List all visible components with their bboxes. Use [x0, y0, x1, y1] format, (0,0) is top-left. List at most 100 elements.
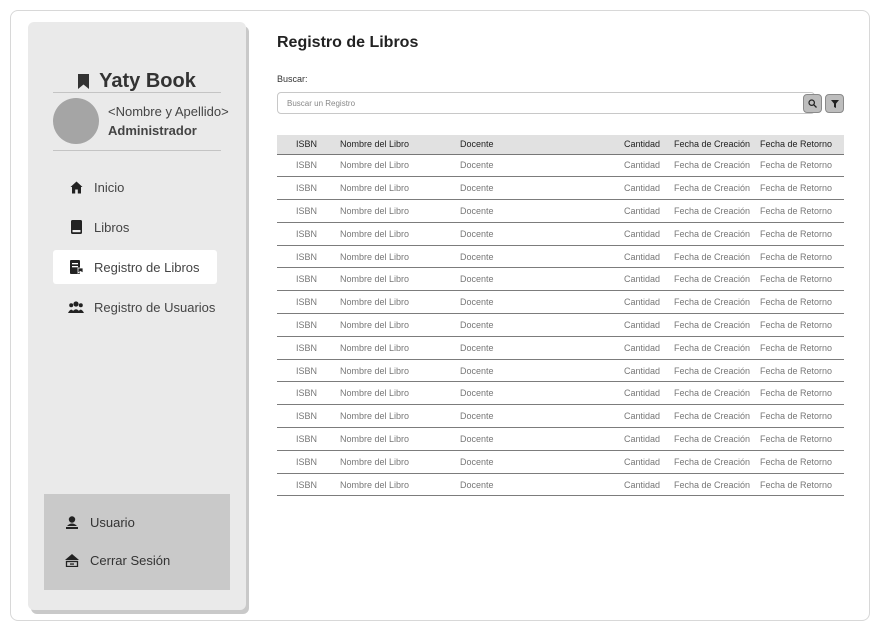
cell-cantidad: Cantidad [610, 450, 674, 474]
table-row[interactable]: ISBN Nombre del Libro Docente Cantidad Fecha… [277, 427, 844, 451]
sidebar-item-inicio[interactable]: Inicio [53, 170, 217, 204]
cell-docente: Docente [460, 359, 610, 383]
table-row[interactable]: ISBN Nombre del Libro Docente Cantidad Fecha… [277, 290, 844, 315]
cell-fecha-creacion: Fecha de Creación [674, 336, 760, 360]
cell-fecha-creacion: Fecha de Creación [674, 450, 760, 474]
cell-fecha-retorno: Fecha de Retorno [760, 313, 844, 337]
cell-fecha-retorno: Fecha de Retorno [760, 404, 844, 429]
brand-name: Yaty Book [99, 70, 196, 92]
table-row[interactable]: ISBN Nombre del Libro Docente Cantidad Fecha… [277, 381, 844, 406]
table-row[interactable]: ISBN Nombre del Libro Docente Cantidad Fecha… [277, 267, 844, 292]
logout-button[interactable]: Cerrar Sesión [64, 552, 170, 568]
cell-cantidad: Cantidad [610, 245, 674, 269]
cell-fecha-creacion: Fecha de Creación [674, 245, 760, 269]
cell-docente: Docente [460, 313, 610, 337]
cell-nombre: Nombre del Libro [340, 336, 460, 360]
table-row[interactable]: ISBN Nombre del Libro Docente Cantidad Fecha… [277, 222, 844, 246]
cell-nombre: Nombre del Libro [340, 450, 460, 474]
sidebar: Yaty Book <Nombre y Apellido> Administra… [28, 22, 246, 610]
cell-cantidad: Cantidad [610, 199, 674, 223]
sidebar-item-label: Libros [94, 219, 130, 235]
users-icon [68, 299, 84, 315]
sidebar-item-registro-libros[interactable]: Registro de Libros [53, 250, 217, 284]
table-row[interactable]: ISBN Nombre del Libro Docente Cantidad Fecha… [277, 473, 844, 497]
table-row[interactable]: ISBN Nombre del Libro Docente Cantidad Fecha… [277, 336, 844, 360]
cell-cantidad: Cantidad [610, 427, 674, 451]
cell-fecha-creacion: Fecha de Creación [674, 199, 760, 223]
cell-fecha-retorno: Fecha de Retorno [760, 427, 844, 451]
cell-docente: Docente [460, 450, 610, 474]
cell-cantidad: Cantidad [610, 336, 674, 360]
records-table: ISBN Nombre del Libro Docente Cantidad F… [277, 135, 844, 497]
cell-nombre: Nombre del Libro [340, 359, 460, 383]
search-input[interactable] [277, 92, 815, 114]
cell-isbn: ISBN [277, 450, 340, 474]
column-header-isbn[interactable]: ISBN [277, 135, 340, 155]
cell-nombre: Nombre del Libro [340, 154, 460, 178]
search-button[interactable] [803, 94, 822, 113]
cell-fecha-creacion: Fecha de Creación [674, 381, 760, 406]
user-menu-button[interactable]: Usuario [64, 514, 135, 530]
table-row[interactable]: ISBN Nombre del Libro Docente Cantidad Fecha… [277, 199, 844, 223]
filter-button[interactable] [825, 94, 844, 113]
cell-fecha-retorno: Fecha de Retorno [760, 381, 844, 406]
sidebar-item-libros[interactable]: Libros [53, 210, 217, 244]
cell-cantidad: Cantidad [610, 473, 674, 497]
sidebar-item-registro-usuarios[interactable]: Registro de Usuarios [53, 290, 217, 324]
table-row[interactable]: ISBN Nombre del Libro Docente Cantidad Fecha… [277, 176, 844, 201]
cell-isbn: ISBN [277, 427, 340, 451]
cell-isbn: ISBN [277, 290, 340, 315]
cell-fecha-retorno: Fecha de Retorno [760, 336, 844, 360]
table-header-row: ISBN Nombre del Libro Docente Cantidad F… [277, 135, 844, 155]
column-header-cantidad[interactable]: Cantidad [610, 135, 674, 155]
cell-docente: Docente [460, 267, 610, 292]
bookmark-icon [78, 74, 90, 89]
cell-nombre: Nombre del Libro [340, 427, 460, 451]
table-row[interactable]: ISBN Nombre del Libro Docente Cantidad Fecha… [277, 450, 844, 474]
table-row[interactable]: ISBN Nombre del Libro Docente Cantidad Fecha… [277, 313, 844, 337]
sidebar-item-label: Registro de Libros [94, 259, 200, 275]
cell-fecha-retorno: Fecha de Retorno [760, 290, 844, 315]
cell-cantidad: Cantidad [610, 176, 674, 201]
cell-isbn: ISBN [277, 176, 340, 201]
table-row[interactable]: ISBN Nombre del Libro Docente Cantidad Fecha… [277, 404, 844, 429]
user-name: <Nombre y Apellido> [108, 104, 229, 119]
logout-label: Cerrar Sesión [90, 552, 171, 568]
cell-cantidad: Cantidad [610, 313, 674, 337]
cell-isbn: ISBN [277, 359, 340, 383]
cell-docente: Docente [460, 245, 610, 269]
cell-fecha-creacion: Fecha de Creación [674, 359, 760, 383]
cell-fecha-retorno: Fecha de Retorno [760, 154, 844, 178]
user-menu-label: Usuario [90, 514, 135, 530]
cell-fecha-creacion: Fecha de Creación [674, 267, 760, 292]
cell-fecha-retorno: Fecha de Retorno [760, 176, 844, 201]
divider [53, 150, 221, 151]
cell-fecha-creacion: Fecha de Creación [674, 313, 760, 337]
cell-fecha-retorno: Fecha de Retorno [760, 359, 844, 383]
book-register-icon [68, 259, 84, 275]
cell-docente: Docente [460, 404, 610, 429]
user-icon [64, 514, 80, 530]
table-row[interactable]: ISBN Nombre del Libro Docente Cantidad Fecha… [277, 154, 844, 178]
table-row[interactable]: ISBN Nombre del Libro Docente Cantidad Fecha… [277, 245, 844, 269]
column-header-nombre[interactable]: Nombre del Libro [340, 135, 460, 155]
column-header-fecha-retorno[interactable]: Fecha de Retorno [760, 135, 844, 155]
cell-nombre: Nombre del Libro [340, 473, 460, 497]
filter-icon [830, 99, 839, 108]
cell-isbn: ISBN [277, 381, 340, 406]
table-row[interactable]: ISBN Nombre del Libro Docente Cantidad Fecha… [277, 359, 844, 383]
cell-isbn: ISBN [277, 199, 340, 223]
home-icon [68, 179, 84, 195]
cell-fecha-creacion: Fecha de Creación [674, 404, 760, 429]
cell-isbn: ISBN [277, 222, 340, 246]
cell-isbn: ISBN [277, 336, 340, 360]
cell-docente: Docente [460, 290, 610, 315]
column-header-fecha-creacion[interactable]: Fecha de Creación [674, 135, 760, 155]
cell-docente: Docente [460, 154, 610, 178]
cell-nombre: Nombre del Libro [340, 176, 460, 201]
cell-cantidad: Cantidad [610, 404, 674, 429]
cell-isbn: ISBN [277, 313, 340, 337]
cell-fecha-retorno: Fecha de Retorno [760, 222, 844, 246]
cell-fecha-creacion: Fecha de Creación [674, 290, 760, 315]
column-header-docente[interactable]: Docente [460, 135, 610, 155]
